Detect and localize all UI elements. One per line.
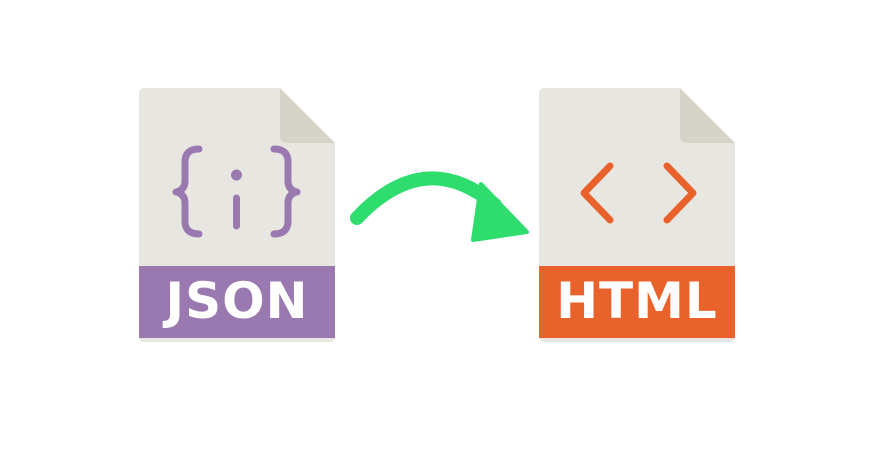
html-file-icon: HTML — [537, 86, 737, 344]
curved-arrow-icon — [350, 171, 529, 242]
json-fold — [280, 88, 335, 143]
json-label: JSON — [165, 272, 309, 330]
json-file-icon: JSON — [137, 86, 337, 344]
html-label: HTML — [556, 272, 718, 330]
conversion-diagram: JSON HTML — [0, 0, 890, 454]
html-fold — [680, 88, 735, 143]
colon-dot — [231, 169, 242, 181]
